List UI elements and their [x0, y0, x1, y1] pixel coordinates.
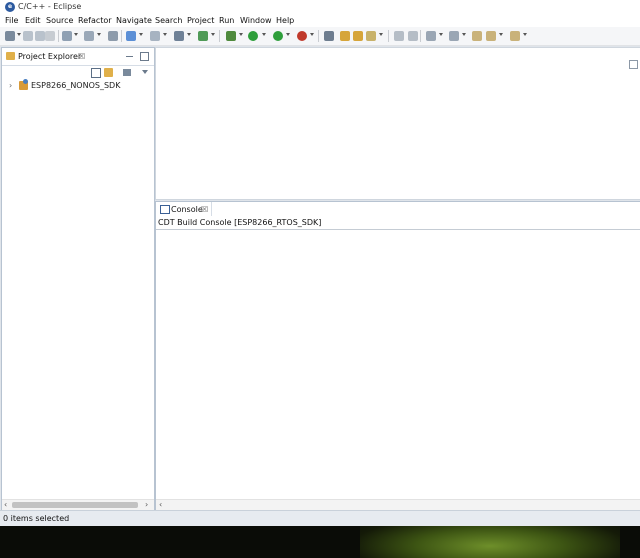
console-icon — [160, 205, 170, 214]
menu-source[interactable]: Source — [46, 16, 73, 25]
menu-refactor[interactable]: Refactor — [78, 16, 112, 25]
title-bar: e C/C++ - Eclipse — [0, 0, 640, 14]
menu-run[interactable]: Run — [219, 16, 234, 25]
debug-config-icon[interactable] — [84, 31, 94, 41]
collapse-all-icon[interactable] — [91, 68, 101, 78]
close-icon[interactable]: ☒ — [201, 205, 208, 214]
divider — [156, 229, 640, 230]
view-menu-icon[interactable] — [142, 70, 148, 74]
task-icon[interactable] — [394, 31, 404, 41]
main-toolbar — [0, 27, 640, 46]
tree-item-label: ESP8266_NONOS_SDK — [31, 81, 121, 90]
console-view: Console ☒ CDT Build Console [ESP8266_RTO… — [155, 201, 640, 512]
menu-navigate[interactable]: Navigate — [116, 16, 152, 25]
search-icon[interactable] — [108, 31, 118, 41]
desktop-background — [0, 526, 640, 558]
scroll-left-icon[interactable]: ‹ — [4, 500, 7, 510]
save-icon[interactable] — [23, 31, 33, 41]
prev-annotation-icon[interactable] — [449, 31, 459, 41]
menu-help[interactable]: Help — [276, 16, 294, 25]
open-element-icon[interactable] — [174, 31, 184, 41]
editor-area[interactable] — [155, 47, 640, 200]
expand-chevron-icon[interactable]: › — [9, 81, 12, 90]
console-title: Console — [171, 205, 203, 214]
explorer-toolbar — [2, 65, 154, 78]
menu-project[interactable]: Project — [187, 16, 214, 25]
project-explorer-view: Project Explorer ☒ › ESP8266_NONOS_SDK ‹… — [1, 47, 155, 512]
open-folder-2-icon[interactable] — [353, 31, 363, 41]
status-text: 0 items selected — [3, 514, 70, 523]
project-explorer-tab[interactable]: Project Explorer ☒ — [2, 48, 154, 66]
open-folder-icon[interactable] — [340, 31, 350, 41]
build-config-icon[interactable] — [62, 31, 72, 41]
link-with-editor-icon[interactable] — [104, 68, 113, 77]
scroll-left-icon[interactable]: ‹ — [159, 500, 162, 510]
desktop-wallpaper — [360, 526, 620, 558]
new-cpp-icon[interactable] — [126, 31, 136, 41]
console-horizontal-scrollbar[interactable]: ‹ — [156, 499, 640, 510]
pen-icon[interactable] — [366, 31, 376, 41]
run-icon[interactable] — [248, 31, 258, 41]
new-class-icon[interactable] — [150, 31, 160, 41]
menu-file[interactable]: File — [5, 16, 18, 25]
debug-icon[interactable] — [273, 31, 283, 41]
scrollbar-thumb[interactable] — [12, 502, 138, 508]
project-explorer-title: Project Explorer — [18, 52, 82, 61]
annotation-icon[interactable] — [408, 31, 418, 41]
close-icon[interactable]: ☒ — [78, 52, 85, 61]
save-all-icon[interactable] — [35, 31, 45, 41]
focus-icon[interactable] — [123, 69, 131, 76]
console-description: CDT Build Console [ESP8266_RTOS_SDK] — [158, 218, 322, 227]
refresh-icon[interactable] — [198, 31, 208, 41]
forward-icon[interactable] — [510, 31, 520, 41]
target-icon[interactable] — [226, 31, 236, 41]
open-type-icon[interactable] — [324, 31, 334, 41]
scroll-right-icon[interactable]: › — [145, 500, 148, 510]
menu-edit[interactable]: Edit — [25, 16, 41, 25]
editor-maximize-icon[interactable] — [629, 60, 638, 69]
status-bar: 0 items selected — [0, 510, 640, 526]
explorer-horizontal-scrollbar[interactable]: ‹ › — [2, 499, 154, 510]
window-title: C/C++ - Eclipse — [18, 2, 82, 11]
last-edit-icon[interactable] — [472, 31, 482, 41]
next-annotation-icon[interactable] — [426, 31, 436, 41]
new-icon[interactable] — [5, 31, 15, 41]
back-icon[interactable] — [486, 31, 496, 41]
menu-search[interactable]: Search — [155, 16, 182, 25]
maximize-icon[interactable] — [140, 52, 149, 61]
build-icon[interactable] — [45, 31, 55, 41]
project-folder-icon — [19, 79, 28, 90]
external-tools-icon[interactable] — [297, 31, 307, 41]
menu-bar: File Edit Source Refactor Navigate Searc… — [0, 14, 640, 27]
eclipse-logo-icon: e — [5, 2, 15, 12]
console-tab[interactable]: Console ☒ — [156, 202, 212, 216]
console-tab-header: Console ☒ — [156, 202, 640, 216]
minimize-icon[interactable] — [126, 56, 133, 57]
menu-window[interactable]: Window — [240, 16, 272, 25]
project-explorer-icon — [6, 52, 15, 60]
